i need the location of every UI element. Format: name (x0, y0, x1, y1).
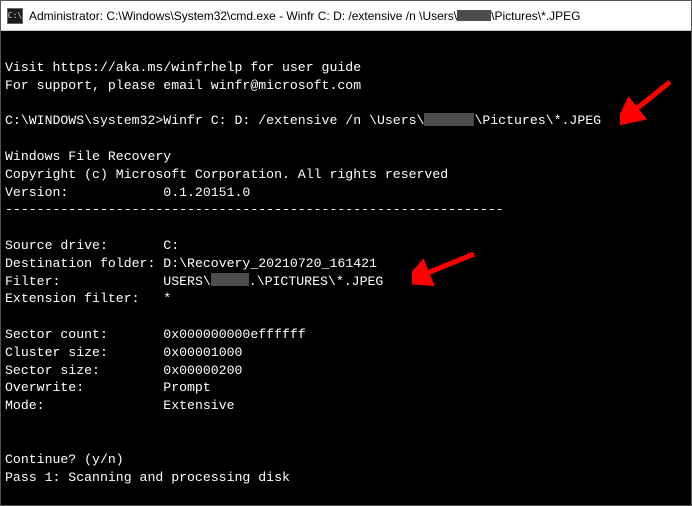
app-name: Windows File Recovery (5, 149, 171, 164)
source-row: Source drive: C: (5, 238, 179, 253)
command-line: C:\WINDOWS\system32>Winfr C: D: /extensi… (5, 113, 601, 128)
title-bar[interactable]: C:\ Administrator: C:\Windows\System32\c… (1, 1, 691, 31)
overwrite-row: Overwrite: Prompt (5, 380, 211, 395)
ext-filter-row: Extension filter: * (5, 291, 171, 306)
cmd-window: C:\ Administrator: C:\Windows\System32\c… (0, 0, 692, 506)
redacted-user (457, 10, 491, 21)
sector-count-row: Sector count: 0x000000000effffff (5, 327, 306, 342)
cmd-icon: C:\ (7, 8, 23, 24)
copyright: Copyright (c) Microsoft Corporation. All… (5, 167, 448, 182)
divider: ----------------------------------------… (5, 202, 504, 217)
pass1-line: Pass 1: Scanning and processing disk (5, 470, 290, 485)
cluster-row: Cluster size: 0x00001000 (5, 345, 242, 360)
help-line: Visit https://aka.ms/winfrhelp for user … (5, 60, 361, 75)
filter-row: Filter: USERS\.\PICTURES\*.JPEG (5, 274, 383, 289)
version-row: Version: 0.1.20151.0 (5, 185, 250, 200)
redacted-user (211, 273, 249, 286)
mode-row: Mode: Extensive (5, 398, 235, 413)
continue-prompt: Continue? (y/n) (5, 452, 124, 467)
redacted-user (424, 113, 474, 126)
terminal-output[interactable]: Visit https://aka.ms/winfrhelp for user … (1, 31, 691, 505)
window-title: Administrator: C:\Windows\System32\cmd.e… (29, 9, 581, 23)
help-line2: For support, please email winfr@microsof… (5, 78, 361, 93)
sector-size-row: Sector size: 0x00000200 (5, 363, 242, 378)
dest-row: Destination folder: D:\Recovery_20210720… (5, 256, 377, 271)
